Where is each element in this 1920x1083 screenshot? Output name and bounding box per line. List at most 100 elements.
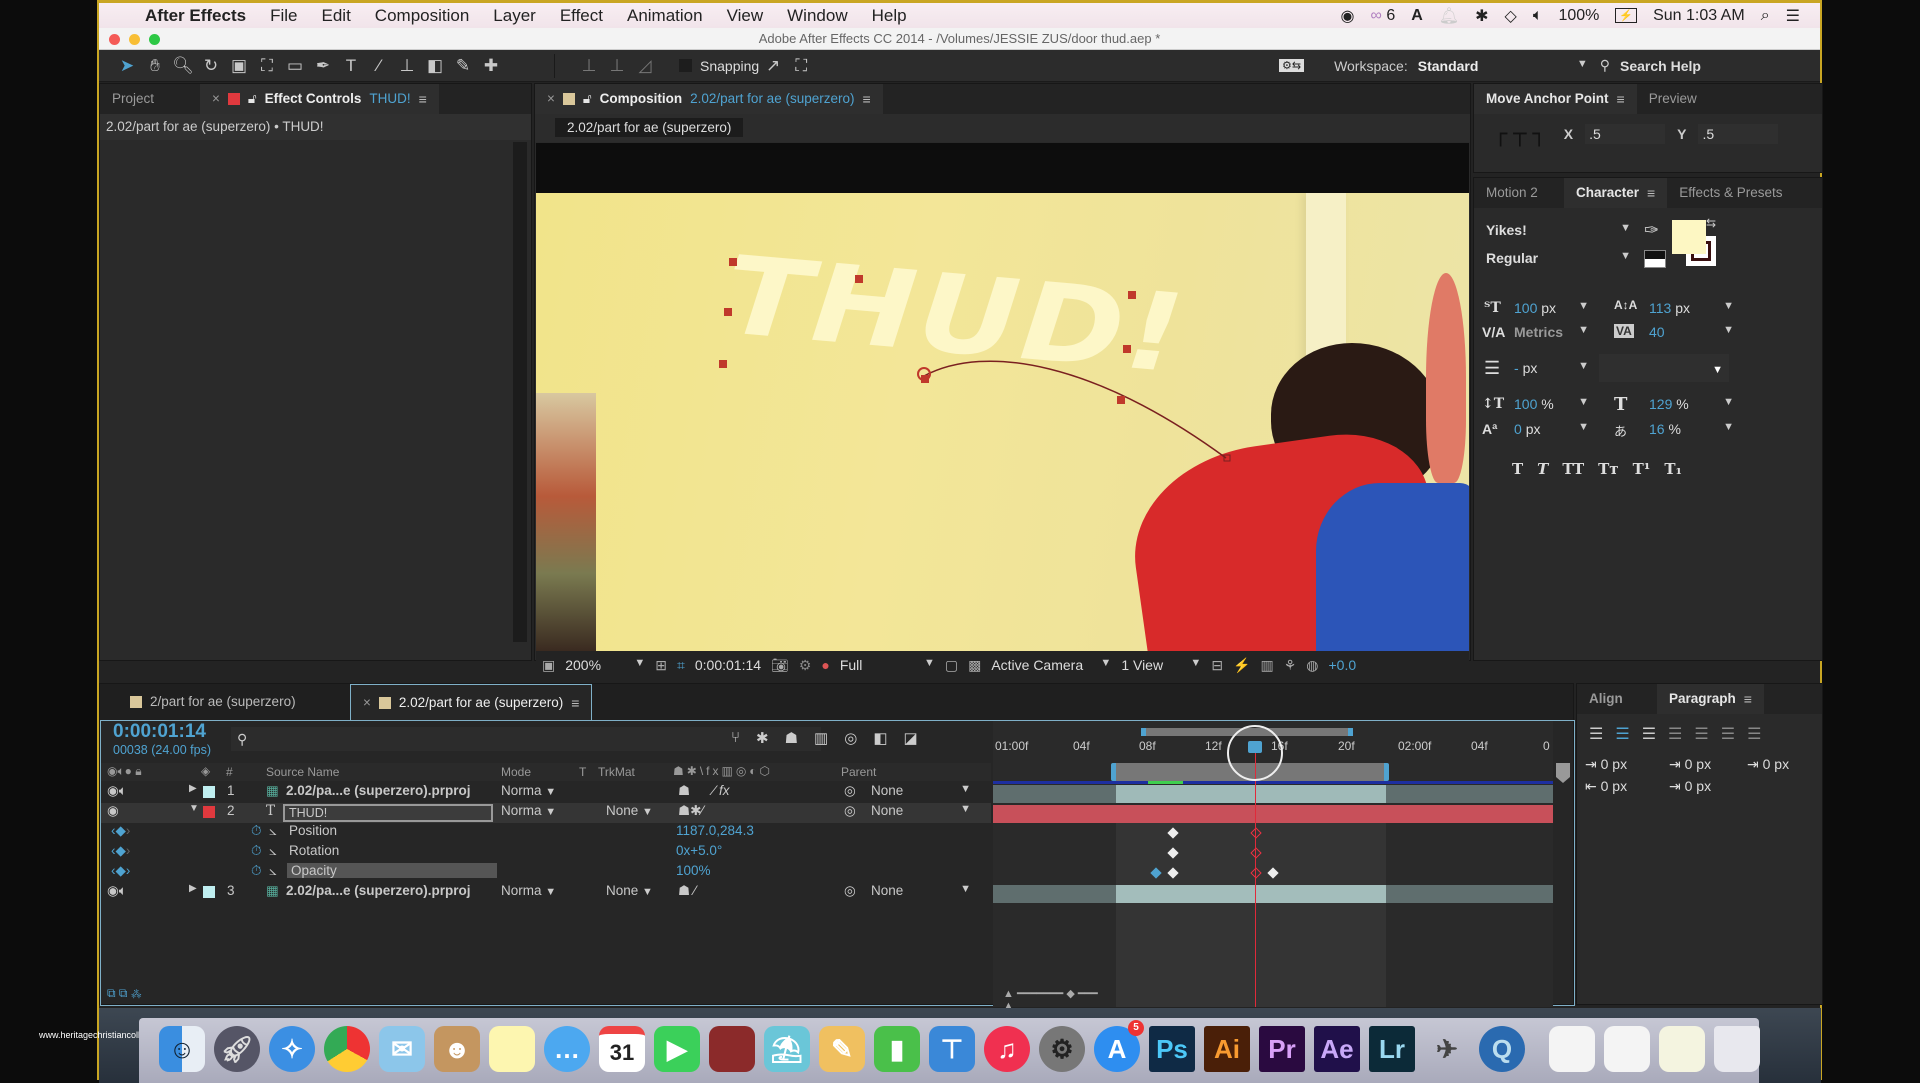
dock-notes[interactable] bbox=[489, 1026, 535, 1072]
anchor-grid-icon[interactable]: ┌┬┐ bbox=[1494, 122, 1552, 147]
align-center-icon[interactable]: ☰ bbox=[1615, 724, 1629, 744]
layer-label-color[interactable] bbox=[203, 786, 215, 798]
swap-colors-icon[interactable]: ⇆ bbox=[1706, 216, 1716, 230]
current-time[interactable]: 0:00:01:14 bbox=[113, 721, 206, 743]
mode-dropdown[interactable]: Norma ▼ bbox=[501, 883, 556, 898]
draft-3d-icon[interactable]: ✱ bbox=[756, 729, 769, 747]
pixel-aspect-icon[interactable]: ⊟ bbox=[1211, 657, 1223, 674]
indent-right-field[interactable]: ⇥ 0 px bbox=[1747, 756, 1789, 773]
dock-keynote[interactable]: ⊤ bbox=[929, 1026, 975, 1072]
layer-row-1[interactable]: ◉🔈︎ ▶ 1 ▦ 2.02/pa...e (superzero).prproj… bbox=[101, 783, 991, 803]
tab-effect-controls[interactable]: × 🔓︎ Effect Controls THUD! ≡ bbox=[200, 84, 439, 114]
close-window-button[interactable] bbox=[109, 34, 120, 45]
font-style-dropdown[interactable]: Regular ▼ bbox=[1486, 250, 1631, 266]
tab-preview[interactable]: Preview bbox=[1637, 84, 1709, 114]
panel-menu-icon[interactable]: ≡ bbox=[1647, 178, 1655, 208]
camera-tool-icon[interactable]: ▣ bbox=[225, 54, 253, 78]
adobe-icon[interactable]: A bbox=[1411, 7, 1423, 25]
axis-view-icon[interactable]: ◿ bbox=[631, 54, 659, 78]
battery-icon[interactable]: ⚡ bbox=[1615, 8, 1638, 23]
expand-arrow-icon[interactable]: ▶ bbox=[189, 883, 197, 894]
menu-layer[interactable]: Layer bbox=[481, 6, 548, 26]
fill-color-swatch[interactable] bbox=[1672, 220, 1706, 254]
menu-composition[interactable]: Composition bbox=[363, 6, 482, 26]
motion-blur-icon[interactable]: ◎ bbox=[844, 729, 857, 747]
anchor-x-input[interactable]: .5 bbox=[1585, 124, 1666, 144]
dock-quicktime[interactable]: Q bbox=[1479, 1026, 1525, 1072]
pen-tool-icon[interactable]: ✒ bbox=[309, 54, 337, 78]
shy-switch[interactable]: ☗✱⁄ bbox=[678, 803, 704, 819]
align-left-icon[interactable]: ☰ bbox=[1589, 724, 1603, 744]
justify-last-left-icon[interactable]: ☰ bbox=[1668, 724, 1682, 744]
dock-app-store[interactable]: A5 bbox=[1094, 1020, 1144, 1072]
snapshot-icon[interactable]: 📷︎ bbox=[771, 657, 789, 674]
hand-tool-icon[interactable]: ✋︎ bbox=[141, 54, 169, 78]
close-icon[interactable]: × bbox=[363, 688, 371, 718]
tab-move-anchor-point[interactable]: Move Anchor Point ≡ bbox=[1474, 84, 1637, 114]
trkmat-dropdown[interactable]: None ▼ bbox=[606, 883, 653, 898]
space-before-field[interactable]: ⇤ 0 px bbox=[1585, 778, 1627, 795]
clock[interactable]: Sun 1:03 AM bbox=[1653, 7, 1745, 25]
tab-paragraph[interactable]: Paragraph ≡ bbox=[1657, 684, 1764, 714]
layer-bar-1[interactable] bbox=[993, 785, 1553, 803]
panel-menu-icon[interactable]: ≡ bbox=[1617, 84, 1625, 114]
flowchart-icon[interactable]: ⚘ bbox=[1284, 657, 1297, 674]
dock-chrome-window-3[interactable] bbox=[1659, 1026, 1705, 1072]
show-snapshot-icon[interactable]: ⚙ bbox=[799, 657, 812, 674]
column-parent[interactable]: Parent bbox=[841, 765, 876, 779]
keyframe-navigator[interactable]: ‹◆› bbox=[111, 823, 130, 839]
lock-icon[interactable]: 🔓︎ bbox=[248, 84, 257, 114]
layer-row-3[interactable]: ◉🔈︎ ▶ 3 ▦ 2.02/pa...e (superzero).prproj… bbox=[101, 883, 991, 903]
eraser-tool-icon[interactable]: ◧ bbox=[421, 54, 449, 78]
dock-messages[interactable]: … bbox=[544, 1026, 590, 1072]
bluetooth-icon[interactable]: ✱ bbox=[1475, 6, 1488, 26]
kerning-field[interactable]: Metrics ▼ bbox=[1514, 324, 1589, 340]
leading-field[interactable]: 113 px ▼ bbox=[1649, 300, 1734, 316]
dock-numbers[interactable]: ▮ bbox=[874, 1026, 920, 1072]
opacity-value[interactable]: 100% bbox=[676, 863, 711, 878]
workspace-dropdown[interactable]: Standard ▼ bbox=[1418, 58, 1588, 74]
graph-icon[interactable]: ⦣ bbox=[269, 863, 277, 879]
viewer-timecode[interactable]: 0:00:01:14 bbox=[695, 657, 761, 673]
subscript-button[interactable]: T₁ bbox=[1664, 460, 1682, 478]
menu-effect[interactable]: Effect bbox=[548, 6, 615, 26]
effect-controls-scrollbar[interactable] bbox=[513, 142, 527, 642]
property-row-position[interactable]: ‹◆› ⏱ ⦣ Position 1187.0,284.3 bbox=[101, 823, 991, 843]
column-trkmat[interactable]: TrkMat bbox=[598, 765, 635, 779]
dock-itunes[interactable]: ♫ bbox=[984, 1026, 1030, 1072]
comp-marker-bin[interactable] bbox=[1556, 763, 1570, 783]
comp-mini-flowchart-icon[interactable]: ⑂ bbox=[731, 729, 740, 747]
trkmat-dropdown[interactable]: None ▼ bbox=[606, 803, 653, 818]
selection-tool-icon[interactable]: ➤ bbox=[113, 54, 141, 78]
magnification-dropdown[interactable]: 200% ▼ bbox=[565, 657, 645, 673]
graph-editor-icon[interactable]: ◪ bbox=[904, 729, 918, 747]
tsume-field[interactable]: 16 % ▼ bbox=[1649, 421, 1734, 437]
snap-edges-icon[interactable]: ↗ bbox=[759, 54, 787, 78]
panel-menu-icon[interactable]: ≡ bbox=[571, 688, 579, 718]
column-source-name[interactable]: Source Name bbox=[266, 765, 339, 779]
roto-brush-tool-icon[interactable]: ✎ bbox=[449, 54, 477, 78]
zoom-tool-icon[interactable]: 🔍︎ bbox=[169, 54, 197, 78]
clone-stamp-tool-icon[interactable]: ⊥ bbox=[393, 54, 421, 78]
anchor-y-input[interactable]: .5 bbox=[1698, 124, 1779, 144]
search-help-input[interactable]: Search Help bbox=[1610, 58, 1820, 74]
rectangle-tool-icon[interactable]: ▭ bbox=[281, 54, 309, 78]
faux-italic-button[interactable]: T bbox=[1537, 460, 1548, 478]
layer-row-2[interactable]: ◉ ▼ 2 T THUD! Norma ▼ None ▼ ☗✱⁄ ◎ None ▼ bbox=[101, 803, 991, 823]
expand-arrow-icon[interactable]: ▶ bbox=[189, 783, 197, 794]
channel-icon[interactable]: ● bbox=[821, 657, 829, 673]
resolution-dropdown[interactable]: Full ▼ bbox=[840, 657, 935, 673]
mode-dropdown[interactable]: Norma ▼ bbox=[501, 783, 556, 798]
zoom-window-button[interactable] bbox=[149, 34, 160, 45]
horizontal-scale-field[interactable]: 129 % ▼ bbox=[1649, 396, 1734, 412]
transparency-grid-icon[interactable]: ▩ bbox=[968, 657, 981, 674]
visibility-icon[interactable]: ◉ bbox=[107, 803, 119, 819]
menu-app-name[interactable]: After Effects bbox=[133, 6, 258, 26]
keyframe-navigator[interactable]: ‹◆› bbox=[111, 843, 130, 859]
tab-align[interactable]: Align bbox=[1577, 684, 1657, 714]
indent-left-field[interactable]: ⇥ 0 px bbox=[1585, 756, 1627, 773]
view-layout-dropdown[interactable]: 1 View ▼ bbox=[1121, 657, 1201, 673]
dock-contacts[interactable]: ☻ bbox=[434, 1026, 480, 1072]
fx-switch[interactable]: ⁄ fx bbox=[713, 783, 730, 798]
property-row-rotation[interactable]: ‹◆› ⏱ ⦣ Rotation 0x+5.0° bbox=[101, 843, 991, 863]
